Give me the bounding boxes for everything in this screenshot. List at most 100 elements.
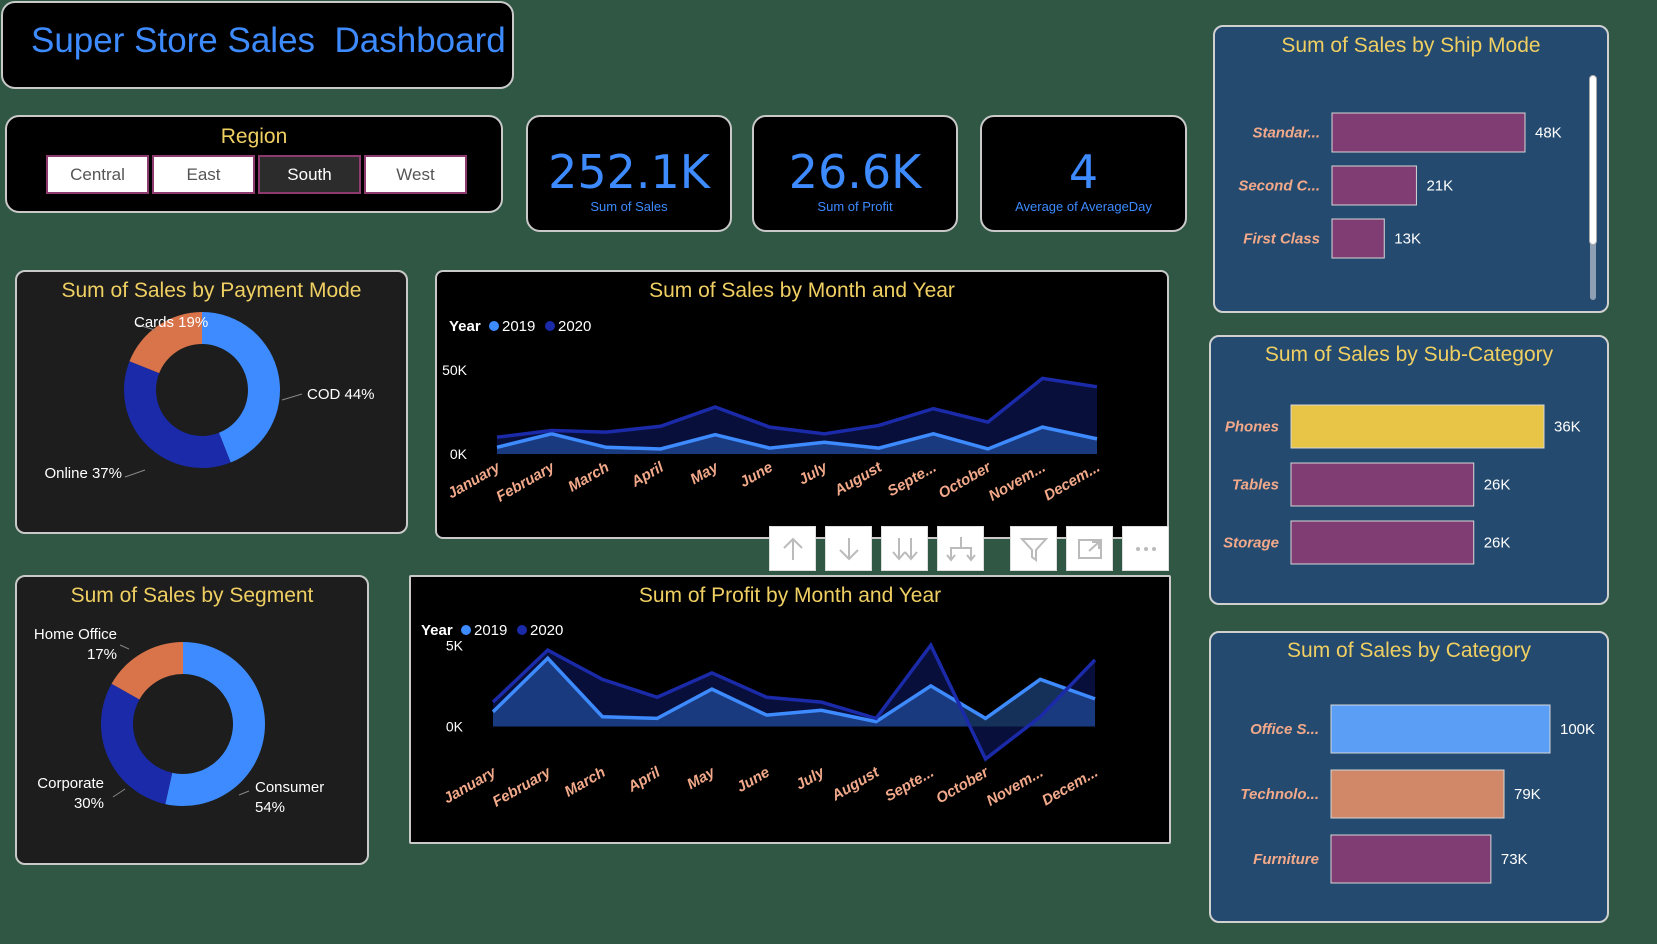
category-visual[interactable]: Sum of Sales by Category Office S... 100K… [1209, 631, 1609, 923]
category-bar-chart: Office S... 100K Technolo... 79K Furniture 73… [1240, 704, 1595, 884]
bar [1290, 462, 1475, 507]
segment-donut: Consumer 54% Corporate 30% Home Office 17% [34, 626, 324, 816]
y-tick-label: 50K [442, 362, 468, 378]
slice-label: 54% [255, 799, 285, 816]
bar [1290, 520, 1475, 565]
x-tick-label: Decem... [1041, 459, 1103, 505]
bar-category-label: Technolo... [1240, 786, 1319, 803]
bar [1330, 704, 1551, 754]
x-tick-label: October [936, 458, 995, 502]
legend-label: 2020 [530, 622, 563, 639]
profit-by-month-visual[interactable]: Sum of Profit by Month and Year Year 2019… [409, 575, 1171, 844]
x-tick-label: January [445, 458, 504, 502]
kpi-card-sales[interactable]: 252.1K Sum of Sales [526, 115, 732, 232]
leader-line [119, 644, 130, 650]
profit-by-month-area-chart: Year 2019 20205K0KJanuaryFebruary March Apri… [421, 622, 1101, 811]
focus-mode-icon [1077, 538, 1102, 559]
legend-marker [461, 625, 471, 635]
drill-down-button[interactable] [825, 526, 872, 571]
region-option-central[interactable]: Central [46, 155, 149, 194]
donut-slice-corporate [100, 683, 173, 805]
region-option-south[interactable]: South [258, 155, 361, 194]
bar-category-label: First Class [1243, 231, 1320, 248]
slice-label: 17% [87, 646, 117, 663]
ship-mode-bar-chart: Standar... 48K Second C... 21K First Class 13… [1238, 112, 1562, 259]
bar-value-label: 36K [1554, 419, 1581, 436]
bar-category-label: Standar... [1252, 125, 1320, 142]
x-tick-label: April [624, 763, 664, 796]
legend-label: 2020 [558, 318, 591, 335]
bar-category-label: Storage [1223, 535, 1279, 552]
x-tick-label: Septe... [885, 459, 940, 500]
segment-visual[interactable]: Sum of Sales by Segment Consumer 54% Corpo… [15, 575, 369, 865]
bar [1290, 404, 1545, 449]
ship-mode-visual[interactable]: Sum of Sales by Ship Mode Standar... 48K S… [1213, 25, 1609, 313]
bar-category-label: Office S... [1250, 721, 1319, 738]
legend-label: 2019 [502, 318, 535, 335]
kpi-value: 26.6K [788, 145, 922, 199]
kpi-label: Sum of Profit [817, 199, 893, 214]
x-tick-label: August [831, 458, 886, 500]
y-tick-label: 0K [450, 446, 468, 462]
x-tick-label: April [628, 458, 668, 491]
leader-line [281, 393, 303, 401]
kpi-label: Sum of Sales [590, 199, 668, 214]
slice-label: Consumer [255, 779, 324, 796]
region-option-west[interactable]: West [364, 155, 467, 194]
bar-value-label: 26K [1484, 535, 1511, 552]
sales-by-month-area-chart: Year 2019 2020 50K 0KJanuaryFebruary March Apr… [442, 318, 1103, 506]
x-tick-label: Novem... [984, 764, 1047, 810]
x-tick-label: Decem... [1039, 764, 1101, 810]
kpi-card-average-day[interactable]: 4 Average of AverageDay [980, 115, 1187, 232]
bar [1330, 769, 1505, 819]
more-options-icon [1135, 546, 1156, 551]
payment-mode-donut: COD 44% Online 37% Cards 19% [44, 312, 375, 482]
bar [1330, 834, 1492, 884]
slice-label: Online 37% [44, 465, 122, 482]
leader-line [112, 788, 126, 798]
sub-category-bar-chart: Phones 36K Tables 26K Storage 26K [1223, 404, 1581, 565]
x-tick-label: Novem... [986, 459, 1049, 505]
bar-category-label: Second C... [1238, 178, 1320, 195]
page-title: Super Store Sales Dashboard [31, 21, 506, 60]
sub-category-visual[interactable]: Sum of Sales by Sub-Category Phones 36K Ta… [1209, 335, 1609, 605]
legend-marker [545, 321, 555, 331]
x-tick-label: May [684, 763, 718, 793]
bar-category-label: Furniture [1253, 851, 1319, 868]
x-tick-label: October [933, 763, 992, 807]
expand-hierarchy-button[interactable] [937, 526, 984, 571]
x-tick-label: Septe... [882, 764, 937, 805]
drill-up-button[interactable] [769, 526, 816, 571]
slice-label: 30% [74, 795, 104, 812]
bar-category-label: Tables [1232, 477, 1279, 494]
filter-button[interactable] [1010, 526, 1057, 571]
bar [1331, 112, 1526, 153]
bar-value-label: 21K [1426, 178, 1453, 195]
region-option-east[interactable]: East [152, 155, 255, 194]
bar-value-label: 48K [1535, 125, 1562, 142]
more-options-button[interactable] [1122, 526, 1169, 571]
kpi-card-profit[interactable]: 26.6K Sum of Profit [752, 115, 958, 232]
sales-by-month-visual[interactable]: Sum of Sales by Month and Year Year 2019 2… [435, 270, 1169, 539]
bar-value-label: 100K [1560, 721, 1595, 738]
bar-category-label: Phones [1225, 419, 1279, 436]
x-tick-label: August [828, 763, 883, 805]
payment-mode-visual[interactable]: Sum of Sales by Payment Mode COD 44% Onli… [15, 270, 408, 534]
legend-label: 2019 [474, 622, 507, 639]
x-tick-label: February [490, 763, 555, 810]
region-slicer-title: Region [220, 125, 288, 148]
slice-label: Home Office [34, 626, 117, 643]
next-level-button[interactable] [881, 526, 928, 571]
kpi-value: 4 [1068, 145, 1099, 199]
x-tick-label: June [734, 764, 773, 796]
focus-mode-button[interactable] [1066, 526, 1113, 571]
bar [1331, 165, 1417, 206]
x-tick-label: May [687, 458, 721, 488]
slice-label: COD 44% [307, 386, 375, 403]
scrollbar-thumb[interactable] [1589, 75, 1597, 245]
bar-value-label: 13K [1394, 231, 1421, 248]
x-tick-label: March [565, 459, 612, 496]
dashboard-title-card: Super Store Sales Dashboard [1, 1, 514, 89]
x-tick-label: February [493, 458, 558, 505]
bar-value-label: 26K [1484, 477, 1511, 494]
